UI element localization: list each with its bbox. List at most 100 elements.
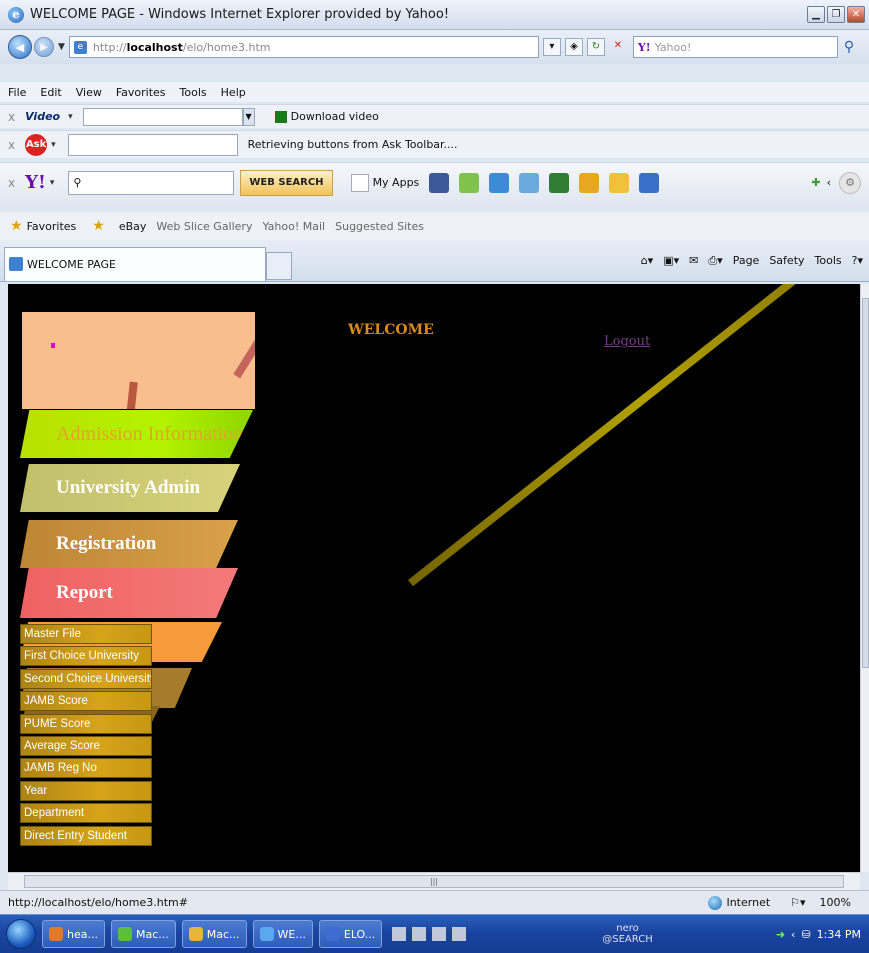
taskbar-item[interactable]: ELO... [318,920,383,948]
tray-arrow-icon[interactable]: ➜ [776,928,785,941]
taskbar-item[interactable]: Mac... [181,920,247,948]
ask-logo-icon[interactable]: Ask [25,133,48,156]
add-icon[interactable]: ✚ [811,176,820,189]
quick-launch-icon[interactable] [392,927,407,941]
logout-link[interactable]: Logout [604,334,650,349]
facebook-icon[interactable] [429,172,450,193]
close-toolbar-icon[interactable]: x [8,138,15,152]
read-mail-icon[interactable]: ✉ [689,254,698,267]
menu-favorites[interactable]: Favorites [116,86,166,99]
university-admin-button[interactable]: University Admin [20,464,240,512]
quick-launch-icon[interactable] [412,927,427,941]
yahoo-dropdown-icon[interactable]: ▾ [50,178,55,188]
help-icon[interactable]: ?▾ [852,254,863,267]
network-icon[interactable]: ⛁ [801,928,810,941]
forward-button[interactable]: ▶ [34,37,54,57]
menu-help[interactable]: Help [221,86,246,99]
scroll-thumb[interactable] [862,298,869,668]
gear-icon[interactable]: ⚙ [839,171,861,194]
home-icon[interactable]: ⌂▾ [641,254,654,267]
submenu-direct-entry-student[interactable]: Direct Entry Student [20,825,152,846]
add-favorite-icon[interactable]: ★ [92,218,105,234]
menu-edit[interactable]: Edit [40,86,61,99]
taskbar-item[interactable]: WE... [252,920,313,948]
submenu-first-choice-university[interactable]: First Choice University [20,646,152,667]
history-dropdown-icon[interactable]: ▼ [58,42,65,52]
start-button[interactable] [6,919,36,949]
menu-file[interactable]: File [8,86,26,99]
submenu-average-score[interactable]: Average Score [20,735,152,756]
report-button[interactable]: Report [20,568,238,618]
download-video-button[interactable]: Download video [291,110,379,123]
safety-menu[interactable]: Safety [769,254,804,267]
title-bar: e WELCOME PAGE - Windows Internet Explor… [0,0,869,30]
restore-button[interactable]: ❐ [827,6,845,23]
scroll-thumb[interactable]: ||| [24,875,844,888]
quick-launch-icon[interactable] [432,927,447,941]
weather-icon[interactable] [519,172,540,193]
ask-dropdown-icon[interactable]: ▾ [51,140,56,150]
video-input-dropdown-icon[interactable]: ▼ [242,107,255,126]
close-button[interactable]: ✕ [847,6,865,23]
games-icon[interactable] [549,172,570,193]
security-zone[interactable]: Internet [708,895,770,910]
refresh-icon[interactable]: ↻ [586,38,605,56]
submenu-jamb-reg-no[interactable]: JAMB Reg No [20,758,152,779]
tools-menu[interactable]: Tools [815,254,842,267]
yahoo-logo-icon[interactable]: Y! [25,172,46,193]
favorites-star-icon[interactable]: ★ [10,218,23,234]
close-toolbar-icon[interactable]: x [8,176,15,190]
compatibility-view-icon[interactable]: ◈ [564,38,583,56]
new-tab-button[interactable] [266,251,292,280]
menu-view[interactable]: View [76,86,102,99]
favorites-button[interactable]: Favorites [27,220,77,233]
tab-welcome-page[interactable]: WELCOME PAGE [4,246,266,281]
fav-web-slice-gallery[interactable]: Web Slice Gallery [156,220,252,233]
chevron-left-icon[interactable]: ‹ [827,176,831,189]
submenu-master-file[interactable]: Master File [20,624,152,644]
ask-search-input[interactable] [67,133,238,156]
taskbar-item[interactable]: hea... [42,920,105,948]
protected-mode-icon[interactable]: ⚐▾ [790,896,805,909]
search-box[interactable]: Y! Yahoo! [632,36,838,58]
nero-search[interactable]: nero @SEARCH [602,923,652,945]
submenu-second-choice-university[interactable]: Second Choice University [20,668,152,689]
submenu-jamb-score[interactable]: JAMB Score [20,691,152,712]
notepad-icon[interactable] [609,172,630,193]
feeds-icon[interactable]: ▣▾ [663,254,679,267]
back-button[interactable]: ◀ [8,35,32,59]
minimize-button[interactable]: ▁ [807,6,825,23]
video-dropdown-icon[interactable]: ▾ [68,112,73,122]
submenu-year[interactable]: Year [20,780,152,801]
zoom-level[interactable]: 100% [820,896,851,909]
yahoo-search-input[interactable]: ⚲ [68,170,235,195]
my-apps-button[interactable]: My Apps [350,173,419,192]
vertical-scrollbar[interactable] [860,284,869,872]
mail-icon[interactable] [489,172,510,193]
yahoo-puzzle-icon[interactable] [459,172,480,193]
stop-icon[interactable]: ✕ [609,38,627,56]
print-icon[interactable]: ⎙▾ [708,254,722,268]
quick-launch-icon[interactable] [452,927,467,941]
submenu-department[interactable]: Department [20,803,152,824]
fav-ebay[interactable]: eBay [119,220,147,233]
clock[interactable]: 1:34 PM [817,928,861,941]
fav-suggested-sites[interactable]: Suggested Sites [335,220,424,233]
web-search-button[interactable]: WEB SEARCH [240,169,333,196]
address-dropdown-icon[interactable]: ▾ [542,38,561,56]
video-input[interactable] [82,107,243,126]
close-toolbar-icon[interactable]: x [8,110,15,124]
address-field[interactable]: e http://localhost/elo/home3.htm [68,36,539,58]
fav-yahoo-mail[interactable]: Yahoo! Mail [262,220,325,233]
menu-tools[interactable]: Tools [180,86,207,99]
admission-information-button[interactable]: Admission Information [20,410,253,458]
search-icon[interactable]: ⚲ [844,39,854,55]
submenu-pume-score[interactable]: PUME Score [20,713,152,734]
registration-button[interactable]: Registration [20,520,238,568]
ebay-icon[interactable] [579,172,600,193]
chevron-left-icon[interactable]: ‹ [791,928,795,941]
taskbar-item[interactable]: Mac... [110,920,176,948]
shield-icon[interactable] [639,172,660,193]
horizontal-scrollbar[interactable]: ||| [8,872,860,890]
page-menu[interactable]: Page [733,254,760,267]
